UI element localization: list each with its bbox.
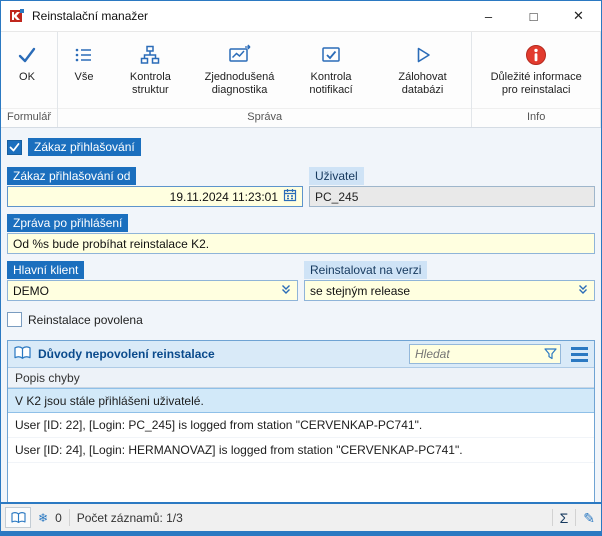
message-input[interactable]: Od %s bude probíhat reinstalace K2. xyxy=(7,233,595,254)
kontrola-struktur-label: Kontrola struktur xyxy=(129,71,171,96)
status-bar: ❄ 0 Počet záznamů: 1/3 Σ ✎ xyxy=(1,504,601,531)
zalohovat-databazi-label: Zálohovat databázi xyxy=(398,71,447,96)
book-icon[interactable] xyxy=(5,507,31,528)
grid-title: Důvody nepovolení reinstalace xyxy=(38,347,215,361)
chevron-down-icon xyxy=(280,283,292,298)
maximize-button[interactable]: □ xyxy=(511,1,556,31)
main-client-value: DEMO xyxy=(13,283,49,298)
user-label: Uživatel xyxy=(309,167,364,185)
toolbar-group-info: Důležité informace pro reinstalaci Info xyxy=(472,32,601,127)
calendar-icon[interactable] xyxy=(283,188,297,205)
ban-from-input[interactable]: 19.11.2024 11:23:01 xyxy=(7,186,303,207)
form-area: Zákaz přihlašování Zákaz přihlašování od… xyxy=(1,128,601,504)
ban-login-checkbox-row: Zákaz přihlašování xyxy=(7,138,595,156)
ban-from-field: Zákaz přihlašování od 19.11.2024 11:23:0… xyxy=(7,167,303,207)
user-value: PC_245 xyxy=(315,189,359,204)
backup-play-icon xyxy=(412,39,434,71)
status-counter: 0 xyxy=(55,510,62,525)
sum-sigma-icon[interactable]: Σ xyxy=(560,511,569,525)
zalohovat-databazi-button[interactable]: Zálohovat databázi xyxy=(377,37,469,99)
toolbar-group-formular: OK Formulář xyxy=(1,32,59,127)
record-count-label: Počet záznamů: 1/3 xyxy=(76,510,183,525)
vse-button-label: Vše xyxy=(74,71,94,83)
client-version-row: Hlavní klient DEMO Reinstalovat na verzi… xyxy=(7,261,595,301)
ok-button-label: OK xyxy=(19,71,35,83)
snowflake-icon: ❄ xyxy=(38,510,49,525)
chevron-down-icon xyxy=(577,283,589,298)
ban-from-user-row: Zákaz přihlašování od 19.11.2024 11:23:0… xyxy=(7,167,595,207)
grid-search-input[interactable] xyxy=(409,344,561,364)
minimize-button[interactable]: – xyxy=(466,1,511,31)
ok-button[interactable]: OK xyxy=(4,37,50,86)
kontrola-notifikaci-label: Kontrola notifikací xyxy=(309,71,353,96)
zjednodusena-diagnostika-button[interactable]: Zjednodušená diagnostika xyxy=(194,37,286,99)
message-label: Zpráva po přihlášení xyxy=(7,214,129,232)
window-controls: – □ ✕ xyxy=(466,1,601,31)
reinstall-version-combo[interactable]: se stejným release xyxy=(304,280,595,301)
ban-login-label: Zákaz přihlašování xyxy=(28,138,141,156)
main-client-label: Hlavní klient xyxy=(7,261,85,279)
message-field: Zpráva po přihlášení Od %s bude probíhat… xyxy=(7,214,595,254)
statusbar-divider xyxy=(68,509,70,526)
dulezite-informace-label: Důležité informace pro reinstalaci xyxy=(490,71,582,96)
titlebar: Reinstalační manažer – □ ✕ xyxy=(1,1,601,31)
table-row[interactable]: User [ID: 24], [Login: HERMANOVAZ] is lo… xyxy=(8,438,594,463)
user-field: Uživatel PC_245 xyxy=(309,167,595,207)
structure-icon xyxy=(139,39,161,71)
notification-check-icon xyxy=(320,39,342,71)
book-icon xyxy=(13,345,32,363)
reinstall-allowed-checkbox[interactable] xyxy=(7,312,22,327)
diagnostics-icon xyxy=(228,39,252,71)
message-value: Od %s bude probíhat reinstalace K2. xyxy=(13,236,210,251)
close-button[interactable]: ✕ xyxy=(556,1,601,31)
ribbon-toolbar: OK Formulář Vše Kontrola struktur Zjedno… xyxy=(1,31,601,128)
message-row: Zpráva po přihlášení Od %s bude probíhat… xyxy=(7,214,595,254)
reinstall-version-value: se stejným release xyxy=(310,283,411,298)
ban-login-checkbox[interactable] xyxy=(7,139,22,155)
grid-header: Důvody nepovolení reinstalace xyxy=(8,341,594,368)
grid-menu-hamburger-icon[interactable] xyxy=(567,343,591,365)
kontrola-struktur-button[interactable]: Kontrola struktur xyxy=(107,37,194,99)
main-client-field: Hlavní klient DEMO xyxy=(7,261,298,301)
edit-pencil-icon[interactable]: ✎ xyxy=(583,511,595,525)
vse-button[interactable]: Vše xyxy=(61,37,107,86)
important-info-icon xyxy=(524,39,548,71)
kontrola-notifikaci-button[interactable]: Kontrola notifikací xyxy=(285,37,377,99)
table-row[interactable]: V K2 jsou stále přihlášeni uživatelé. xyxy=(8,388,594,413)
toolbar-group-sprava: Vše Kontrola struktur Zjednodušená diagn… xyxy=(58,32,473,127)
column-header-popis-chyby[interactable]: Popis chyby xyxy=(8,368,594,388)
reinstall-manager-window: Reinstalační manažer – □ ✕ OK Formulář V… xyxy=(0,0,602,536)
statusbar-divider xyxy=(551,509,553,526)
user-input: PC_245 xyxy=(309,186,595,207)
window-title: Reinstalační manažer xyxy=(32,9,149,23)
ok-check-icon xyxy=(16,39,38,71)
reasons-grid: Důvody nepovolení reinstalace Popis chyb… xyxy=(7,340,595,502)
dulezite-informace-button[interactable]: Důležité informace pro reinstalaci xyxy=(475,37,597,99)
zjednodusena-diagnostika-label: Zjednodušená diagnostika xyxy=(204,71,275,96)
reinstall-version-field: Reinstalovat na verzi se stejným release xyxy=(304,261,595,301)
toolbar-group-label-sprava: Správa xyxy=(58,108,472,127)
toolbar-group-label-formular: Formulář xyxy=(1,108,58,127)
reinstall-allowed-checkbox-row: Reinstalace povolena xyxy=(7,312,595,327)
reinstall-allowed-label: Reinstalace povolena xyxy=(28,312,143,327)
main-client-combo[interactable]: DEMO xyxy=(7,280,298,301)
reinstall-version-label: Reinstalovat na verzi xyxy=(304,261,428,279)
grid-empty-area xyxy=(8,463,594,502)
toolbar-group-label-info: Info xyxy=(472,108,600,127)
ban-from-value: 19.11.2024 11:23:01 xyxy=(169,189,278,204)
statusbar-divider xyxy=(575,509,577,526)
table-row[interactable]: User [ID: 22], [Login: PC_245] is logged… xyxy=(8,413,594,438)
list-icon xyxy=(73,39,95,71)
app-icon xyxy=(9,8,25,24)
ban-from-label: Zákaz přihlašování od xyxy=(7,167,137,185)
grid-search xyxy=(409,344,561,364)
